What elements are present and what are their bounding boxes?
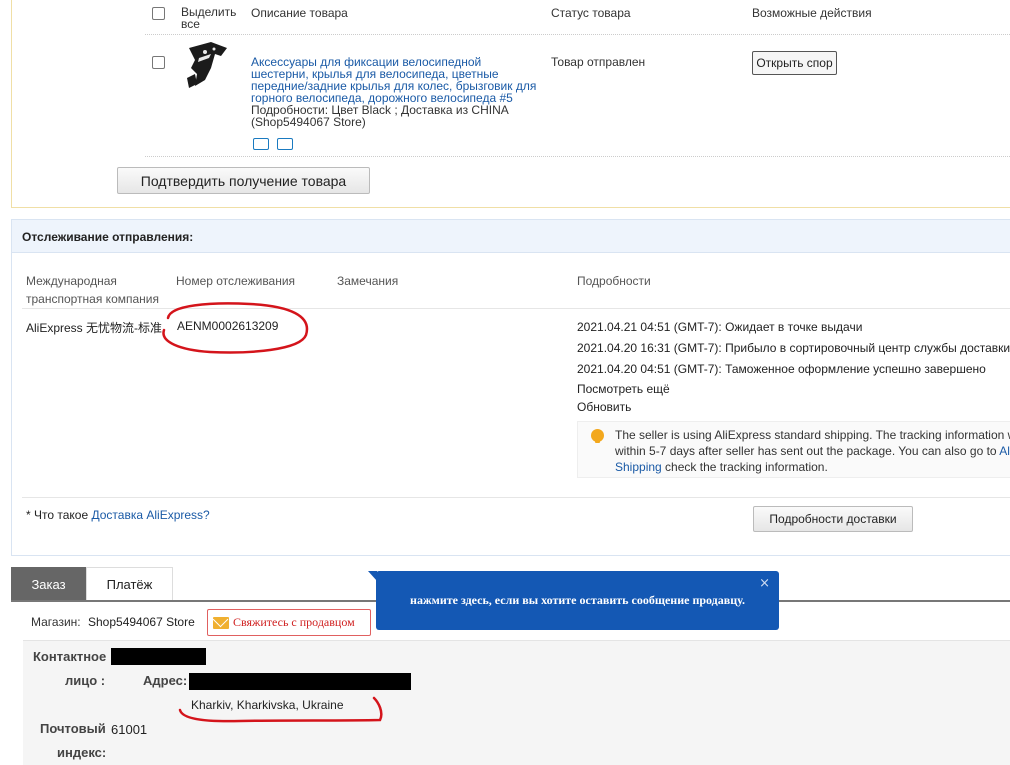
tracking-event: 2021.04.21 04:51 (GMT-7): Ожидает в точк… <box>577 320 863 334</box>
postal-code: 61001 <box>111 722 148 737</box>
item-checkbox[interactable] <box>152 56 165 69</box>
product-title-link[interactable]: Аксессуары для фиксации велосипедной шес… <box>251 56 541 104</box>
delivery-footnote: * Что такое Доставка AliExpress? <box>26 508 210 522</box>
notice-line-3: check the tracking information. <box>661 460 828 474</box>
postal-code-label-cont: индекс: <box>57 745 107 760</box>
contact-seller-button[interactable]: Свяжитесь с продавцом <box>207 609 371 636</box>
column-header-remarks: Замечания <box>337 274 399 288</box>
mail-icon <box>213 616 229 629</box>
address-city-line: Kharkiv, Kharkivska, Ukraine <box>191 698 344 712</box>
row-divider <box>145 156 1010 157</box>
product-thumbnail[interactable] <box>181 38 231 90</box>
store-name-link[interactable]: Shop5494067 Store <box>88 615 195 629</box>
notice-line-1: The seller is using AliExpress standard … <box>615 428 1010 442</box>
product-description: Аксессуары для фиксации велосипедной шес… <box>251 56 541 128</box>
store-label: Магазин: <box>31 615 81 629</box>
notice-line-2: within 5-7 days after seller has sent ou… <box>615 444 1000 458</box>
confirm-receipt-button[interactable]: Подтвердить получение товара <box>117 167 370 194</box>
row-divider <box>145 34 1010 35</box>
column-header-carrier: Международная транспортная компания <box>26 274 159 306</box>
select-all-checkbox[interactable] <box>152 7 165 20</box>
tracking-event: 2021.04.20 16:31 (GMT-7): Прибыло в сорт… <box>577 341 1010 355</box>
footnote-text: * Что такое <box>26 508 92 522</box>
message-seller-tooltip: нажмите здесь, если вы хотите оставить с… <box>368 571 779 630</box>
column-header-details: Подробности <box>577 274 651 288</box>
tooltip-text: нажмите здесь, если вы хотите оставить с… <box>410 593 745 607</box>
column-header-tracking-number: Номер отслеживания <box>176 274 296 288</box>
aliexpress-delivery-link[interactable]: Доставка AliExpress? <box>91 508 209 522</box>
delivery-details-button[interactable]: Подробности доставки <box>753 506 913 532</box>
redacted-contact-name <box>111 648 206 665</box>
item-status: Товар отправлен <box>551 55 646 69</box>
column-header-status: Статус товара <box>551 6 631 20</box>
close-icon[interactable]: × <box>759 576 770 591</box>
tracking-header-divider <box>22 308 1010 309</box>
refresh-link[interactable]: Обновить <box>577 400 631 414</box>
tab-order[interactable]: Заказ <box>11 567 86 601</box>
select-all-label: Выделить все <box>181 5 237 31</box>
redacted-address <box>189 673 411 690</box>
tracking-footer-divider <box>22 497 1010 498</box>
contact-person-label-cont: лицо : <box>65 673 106 688</box>
column-header-description: Описание товара <box>251 6 348 20</box>
tracking-title: Отслеживание отправления: <box>12 220 1010 253</box>
product-details: Подробности: Цвет Black ; Доставка из CH… <box>251 103 509 129</box>
aliexpress-shipping-link[interactable]: Ali <box>999 444 1010 458</box>
tab-payment[interactable]: Платёж <box>86 567 173 601</box>
tracking-event: 2021.04.20 04:51 (GMT-7): Таможенное офо… <box>577 362 986 376</box>
contact-seller-label: Свяжитесь с продавцом <box>233 615 355 629</box>
shipping-notice: The seller is using AliExpress standard … <box>577 421 1010 478</box>
address-label: Адрес: <box>143 673 188 688</box>
open-dispute-button[interactable]: Открыть спор <box>752 51 837 75</box>
shipping-link[interactable]: Shipping <box>615 460 662 474</box>
contact-person-label: Контактное <box>33 649 107 664</box>
order-snapshot-icon[interactable] <box>277 138 293 150</box>
tracking-number: AENM0002613209 <box>177 319 279 333</box>
postal-code-label: Почтовый <box>40 721 106 736</box>
snapshot-icon[interactable] <box>253 138 269 150</box>
see-more-link[interactable]: Посмотреть ещё <box>577 382 670 396</box>
carrier-name: AliExpress 无忧物流-标准 <box>26 321 163 335</box>
lightbulb-icon <box>591 429 604 443</box>
column-header-actions: Возможные действия <box>752 6 872 20</box>
